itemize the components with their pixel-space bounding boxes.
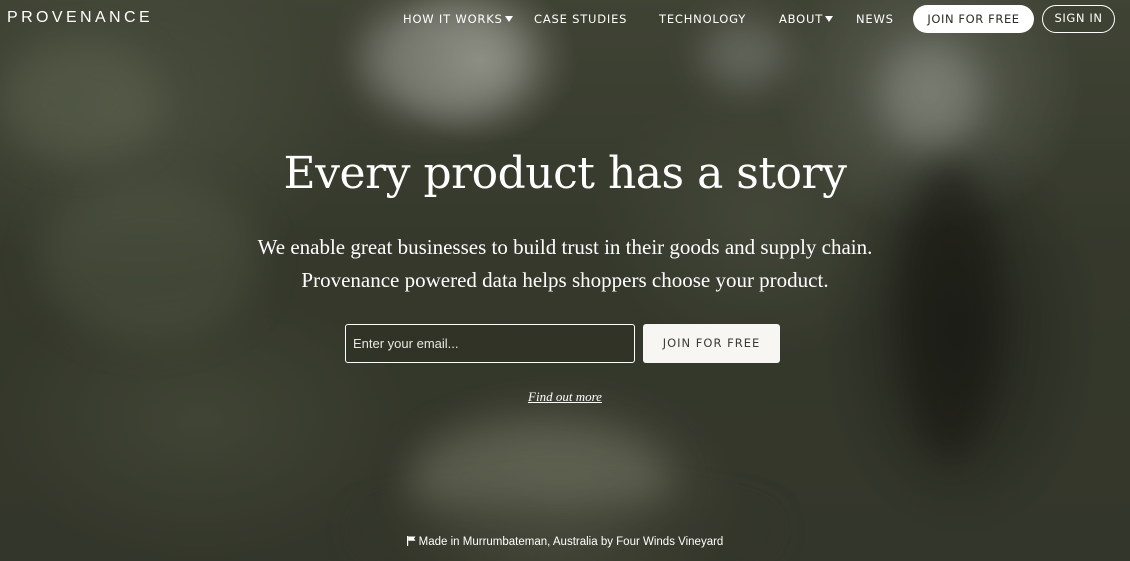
photo-caption: Made in Murrumbateman, Australia by Four…	[0, 536, 1130, 548]
top-nav: PROVENANCE HOW IT WORKS CASE STUDIES TEC…	[0, 0, 1130, 38]
sign-in-button[interactable]: SIGN IN	[1042, 5, 1115, 33]
nav-item-news[interactable]: NEWS	[856, 12, 894, 26]
join-for-free-nav-button[interactable]: JOIN FOR FREE	[913, 5, 1034, 33]
chevron-down-icon	[504, 16, 513, 22]
nav-item-case-studies[interactable]: CASE STUDIES	[534, 12, 627, 26]
background-photo	[360, 500, 770, 560]
photo-caption-text: Made in Murrumbateman, Australia by Four…	[418, 536, 724, 548]
nav-item-label: CASE STUDIES	[534, 12, 628, 26]
nav-item-about[interactable]: ABOUT	[779, 12, 834, 26]
background-photo	[410, 420, 670, 540]
nav-item-label: ABOUT	[779, 12, 824, 26]
find-out-more-link-row: Find out more	[0, 389, 1130, 405]
flag-icon	[406, 536, 416, 546]
hero-section: PROVENANCE HOW IT WORKS CASE STUDIES TEC…	[0, 0, 1130, 561]
hero-subtext-line: We enable great businesses to build trus…	[257, 235, 873, 259]
nav-item-technology[interactable]: TECHNOLOGY	[659, 12, 746, 26]
nav-item-how-it-works[interactable]: HOW IT WORKS	[403, 12, 513, 26]
background-photo	[880, 40, 980, 150]
chevron-down-icon	[825, 16, 834, 22]
background-photo	[0, 40, 160, 160]
hero-subtext: We enable great businesses to build trus…	[0, 231, 1130, 297]
nav-item-label: HOW IT WORKS	[403, 12, 503, 26]
nav-item-label: TECHNOLOGY	[659, 12, 747, 26]
join-for-free-button[interactable]: JOIN FOR FREE	[643, 324, 780, 363]
logo[interactable]: PROVENANCE	[7, 9, 153, 27]
nav-item-label: NEWS	[856, 12, 894, 26]
hero-subtext-line: Provenance powered data helps shoppers c…	[301, 268, 829, 292]
hero-headline: Every product has a story	[283, 148, 847, 199]
find-out-more-link[interactable]: Find out more	[528, 389, 602, 404]
background-photo	[900, 160, 1000, 460]
email-input[interactable]	[345, 324, 635, 363]
